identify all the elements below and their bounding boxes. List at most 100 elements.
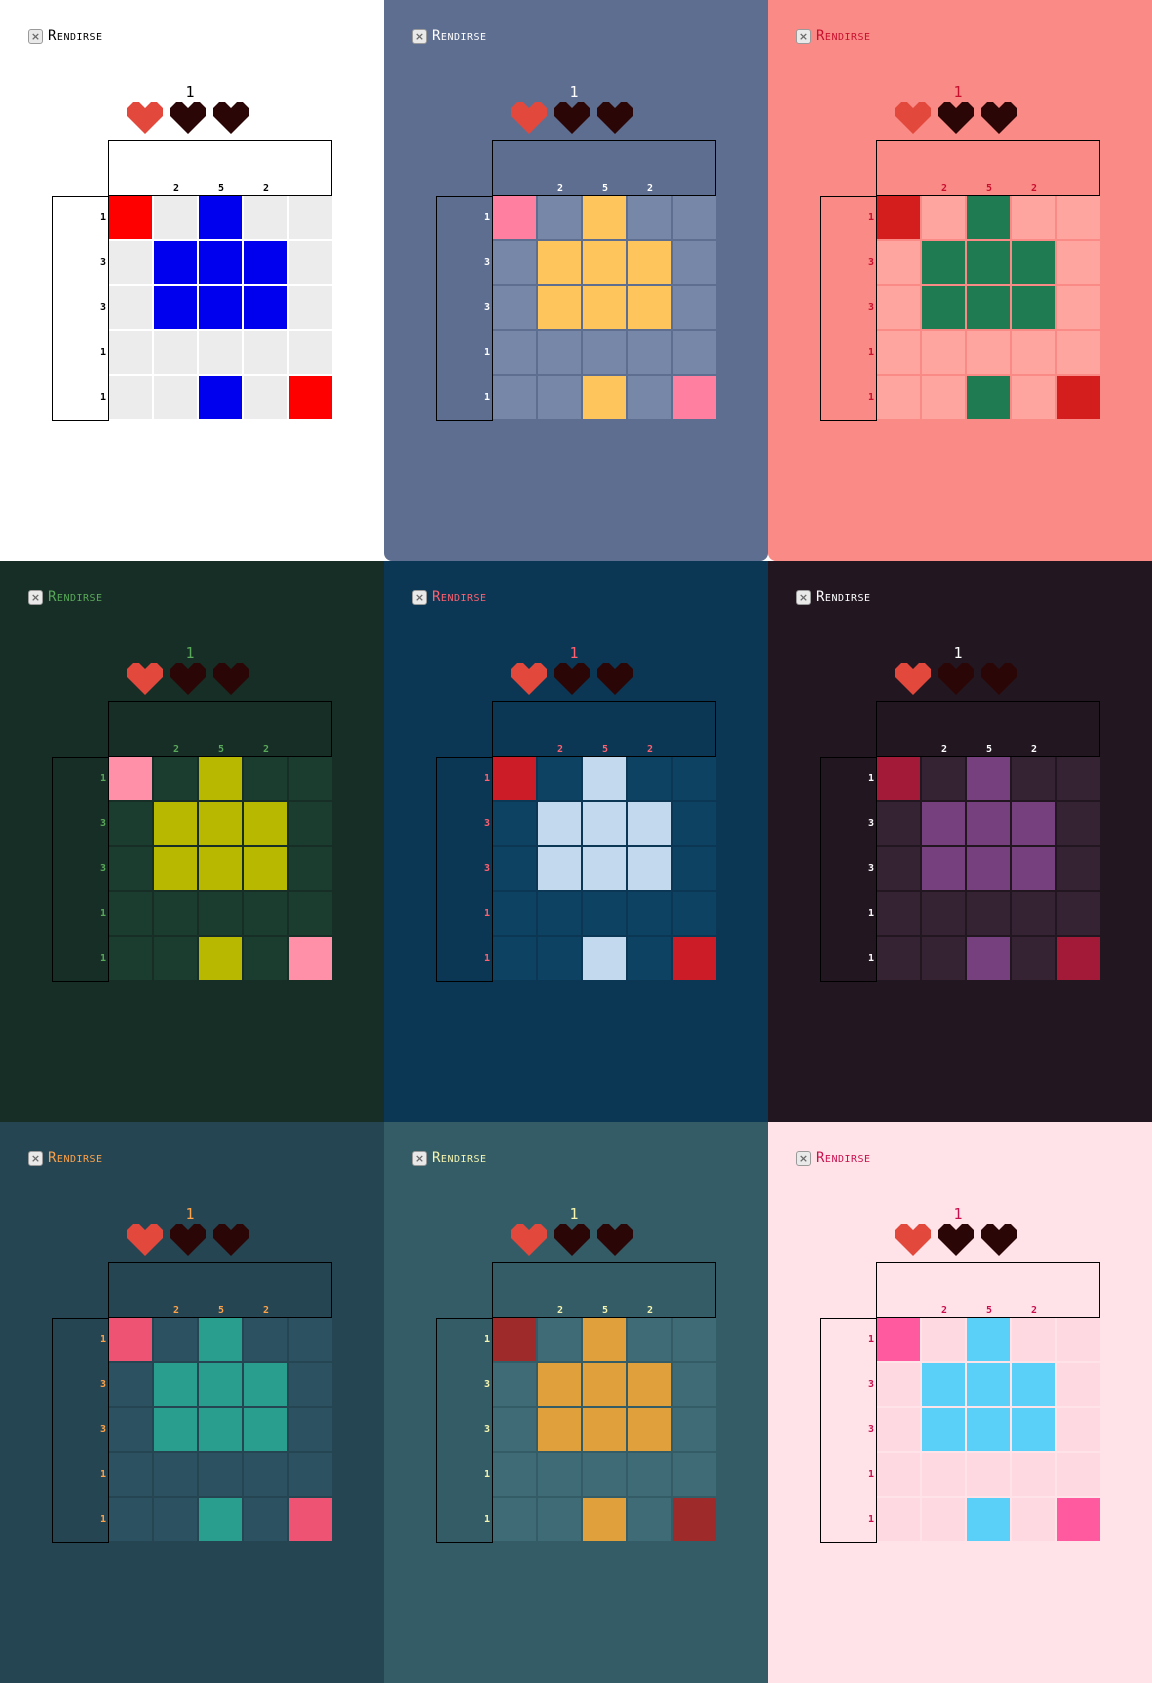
board-cell-mistake[interactable] xyxy=(109,196,152,239)
board-cell-filled[interactable] xyxy=(628,802,671,845)
board-cell-mistake[interactable] xyxy=(289,1498,332,1541)
board-cell-filled[interactable] xyxy=(538,802,581,845)
board-cell-empty[interactable] xyxy=(1057,1363,1100,1406)
board-cell-empty[interactable] xyxy=(493,937,536,980)
board-cell-filled[interactable] xyxy=(1012,847,1055,890)
board-cell-empty[interactable] xyxy=(538,196,581,239)
board-cell-empty[interactable] xyxy=(493,241,536,284)
board-cell-empty[interactable] xyxy=(244,937,287,980)
board-cell-empty[interactable] xyxy=(244,196,287,239)
board-cell-mistake[interactable] xyxy=(673,937,716,980)
board-cell-empty[interactable] xyxy=(673,241,716,284)
board-cell-mistake[interactable] xyxy=(109,1318,152,1361)
board-cell-empty[interactable] xyxy=(922,892,965,935)
board-cell-empty[interactable] xyxy=(538,892,581,935)
board-cell-filled[interactable] xyxy=(628,241,671,284)
board-cell-mistake[interactable] xyxy=(493,196,536,239)
board-cell-filled[interactable] xyxy=(922,847,965,890)
board-cell-filled[interactable] xyxy=(583,1408,626,1451)
board-cell-filled[interactable] xyxy=(154,847,197,890)
board-cell-empty[interactable] xyxy=(1012,1318,1055,1361)
board-cell-empty[interactable] xyxy=(1057,757,1100,800)
board-cell-filled[interactable] xyxy=(967,1363,1010,1406)
board-cell-filled[interactable] xyxy=(628,286,671,329)
board-cell-filled[interactable] xyxy=(583,241,626,284)
board-cell-filled[interactable] xyxy=(1012,241,1055,284)
board-cell-empty[interactable] xyxy=(109,1453,152,1496)
board-cell-filled[interactable] xyxy=(922,241,965,284)
board-cell-empty[interactable] xyxy=(673,331,716,374)
board-cell-empty[interactable] xyxy=(538,937,581,980)
surrender-button[interactable]: × Rendirse xyxy=(412,28,487,44)
board-cell-empty[interactable] xyxy=(493,331,536,374)
board-cell-empty[interactable] xyxy=(109,847,152,890)
board-cell-filled[interactable] xyxy=(628,1363,671,1406)
board-cell-empty[interactable] xyxy=(244,1453,287,1496)
board-cell-empty[interactable] xyxy=(628,196,671,239)
board-cell-empty[interactable] xyxy=(583,1453,626,1496)
board-cell-filled[interactable] xyxy=(967,937,1010,980)
board-cell-empty[interactable] xyxy=(1012,376,1055,419)
board-cell-empty[interactable] xyxy=(109,331,152,374)
board-cell-filled[interactable] xyxy=(1012,1408,1055,1451)
board-cell-filled[interactable] xyxy=(967,757,1010,800)
board-cell-filled[interactable] xyxy=(583,802,626,845)
board-cell-filled[interactable] xyxy=(583,376,626,419)
board-cell-empty[interactable] xyxy=(244,376,287,419)
surrender-button[interactable]: × Rendirse xyxy=(796,28,871,44)
board-cell-empty[interactable] xyxy=(1057,331,1100,374)
surrender-button[interactable]: × Rendirse xyxy=(412,1150,487,1166)
board-cell-empty[interactable] xyxy=(244,1498,287,1541)
board-cell-filled[interactable] xyxy=(199,376,242,419)
board-cell-filled[interactable] xyxy=(583,1498,626,1541)
board-cell-mistake[interactable] xyxy=(1057,1498,1100,1541)
board-cell-empty[interactable] xyxy=(154,1318,197,1361)
board-cell-empty[interactable] xyxy=(244,1318,287,1361)
surrender-button[interactable]: × Rendirse xyxy=(28,589,103,605)
board-cell-empty[interactable] xyxy=(877,802,920,845)
board-cell-filled[interactable] xyxy=(154,1363,197,1406)
board-cell-filled[interactable] xyxy=(244,1363,287,1406)
board-cell-filled[interactable] xyxy=(967,1408,1010,1451)
board-cell-empty[interactable] xyxy=(1012,331,1055,374)
board-cell-empty[interactable] xyxy=(877,331,920,374)
board-cell-empty[interactable] xyxy=(673,757,716,800)
board-cell-empty[interactable] xyxy=(673,286,716,329)
board-cell-empty[interactable] xyxy=(922,757,965,800)
board-cell-filled[interactable] xyxy=(967,1498,1010,1541)
board-cell-empty[interactable] xyxy=(289,1408,332,1451)
board-cell-empty[interactable] xyxy=(199,892,242,935)
board-cell-mistake[interactable] xyxy=(1057,937,1100,980)
board-cell-mistake[interactable] xyxy=(289,937,332,980)
board-cell-filled[interactable] xyxy=(244,286,287,329)
surrender-button[interactable]: × Rendirse xyxy=(796,589,871,605)
board-cell-empty[interactable] xyxy=(289,847,332,890)
board-cell-empty[interactable] xyxy=(289,892,332,935)
board-cell-filled[interactable] xyxy=(244,802,287,845)
board-cell-filled[interactable] xyxy=(583,286,626,329)
board-cell-empty[interactable] xyxy=(1012,757,1055,800)
board-cell-filled[interactable] xyxy=(538,1408,581,1451)
board-cell-empty[interactable] xyxy=(493,802,536,845)
board-cell-empty[interactable] xyxy=(109,241,152,284)
board-cell-filled[interactable] xyxy=(583,937,626,980)
surrender-button[interactable]: × Rendirse xyxy=(412,589,487,605)
board-cell-empty[interactable] xyxy=(1057,286,1100,329)
board-cell-empty[interactable] xyxy=(628,1498,671,1541)
board-cell-empty[interactable] xyxy=(493,1498,536,1541)
board-cell-filled[interactable] xyxy=(199,802,242,845)
board-cell-filled[interactable] xyxy=(244,847,287,890)
board-cell-empty[interactable] xyxy=(289,1318,332,1361)
board-cell-empty[interactable] xyxy=(493,1453,536,1496)
board-cell-empty[interactable] xyxy=(289,1453,332,1496)
board-cell-empty[interactable] xyxy=(673,196,716,239)
board-cell-empty[interactable] xyxy=(244,757,287,800)
board-cell-empty[interactable] xyxy=(877,286,920,329)
board-cell-mistake[interactable] xyxy=(289,376,332,419)
board-cell-empty[interactable] xyxy=(922,937,965,980)
board-cell-empty[interactable] xyxy=(109,937,152,980)
board-cell-empty[interactable] xyxy=(877,1408,920,1451)
board-cell-filled[interactable] xyxy=(199,1498,242,1541)
board-cell-filled[interactable] xyxy=(583,757,626,800)
board-cell-filled[interactable] xyxy=(967,196,1010,239)
